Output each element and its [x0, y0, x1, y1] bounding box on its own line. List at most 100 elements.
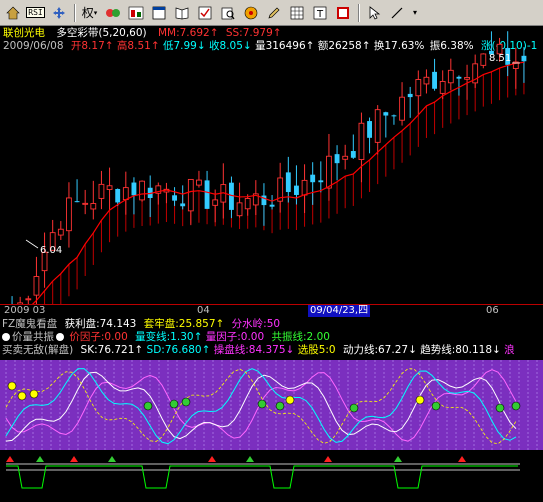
trend-label: 趋势线: [420, 344, 456, 356]
candle-body [334, 154, 340, 164]
power-label: 动力线: [342, 344, 378, 356]
check-icon[interactable] [194, 3, 215, 23]
alarm-icon[interactable] [240, 3, 261, 23]
signal-dot [181, 397, 191, 407]
candle-body [25, 298, 32, 301]
svg-text:T: T [316, 9, 324, 20]
axis-label: 2009 03 [4, 305, 46, 316]
candle-body [204, 180, 210, 209]
candle-body [464, 76, 470, 80]
candle-body [294, 185, 299, 195]
rsi-icon[interactable]: RSI [25, 3, 46, 23]
candle-body [90, 203, 97, 210]
dropdown-icon[interactable]: ▾ [409, 3, 421, 23]
grid-icon[interactable] [286, 3, 307, 23]
indicator-panel[interactable] [0, 356, 543, 502]
candle-body [196, 179, 202, 186]
candle-body [447, 69, 454, 84]
find-icon[interactable] [217, 3, 238, 23]
signal-dot [431, 401, 441, 411]
candle-body [358, 122, 365, 161]
candle-body [521, 55, 527, 62]
move-icon[interactable] [48, 3, 69, 23]
op-label: 操盘线: [213, 344, 249, 356]
candle-body [172, 195, 177, 201]
up-arrow-icon: ↑ [193, 331, 203, 343]
weight-icon[interactable]: 权 ▾ [79, 3, 100, 23]
candle-body [33, 276, 40, 296]
candle-body [244, 198, 251, 210]
line-icon[interactable] [386, 3, 407, 23]
res-value: 2.00 [306, 331, 330, 343]
vol-factor-label: 量因子: [205, 331, 241, 343]
indicator-icon[interactable] [102, 3, 123, 23]
signal-dot [275, 401, 285, 411]
candle-body [66, 197, 72, 232]
zoom-icon[interactable] [332, 3, 353, 23]
signal-dot [169, 399, 179, 409]
candle-body [423, 76, 430, 85]
up-arrow-icon: ↑ [201, 344, 211, 356]
low-price-mark: 6.04 [40, 245, 62, 256]
trend-value: 80.118 [455, 344, 493, 356]
arrow-icon[interactable] [363, 3, 384, 23]
candle-body [122, 187, 129, 201]
separator [74, 3, 76, 22]
sk-value: 76.721 [97, 344, 135, 356]
candle-body [326, 155, 332, 189]
axis-label: 04 [197, 305, 210, 316]
vol-line-value: 1.30 [170, 331, 194, 343]
circle-icon [56, 333, 64, 341]
candle-body [350, 151, 356, 158]
candle-body [285, 172, 291, 193]
sd-value: 76.680 [164, 344, 202, 356]
profit-value: 74.143 [99, 318, 137, 330]
profit-label: 获利盘: [64, 318, 100, 330]
signal-dot [415, 395, 425, 405]
sd-label: SD: [146, 344, 165, 356]
pen-icon[interactable] [263, 3, 284, 23]
candle-body [82, 202, 89, 205]
fz-title: FZ魔鬼看盘 [2, 318, 58, 330]
signal-dot [349, 403, 359, 413]
down-arrow-icon: ↓ [408, 344, 417, 356]
chart-icon[interactable] [125, 3, 146, 23]
power-value: 67.27 [378, 344, 409, 356]
res-label: 共振线: [271, 331, 307, 343]
indicator-band [0, 360, 543, 450]
candle-body [439, 80, 446, 94]
signal-dot [29, 389, 39, 399]
mm-title: 买卖无敌(解盘) [2, 344, 74, 356]
candle-body [310, 174, 316, 183]
high-price-mark: 8.51 [489, 53, 511, 64]
window-icon[interactable] [148, 3, 169, 23]
candle-body [74, 201, 80, 203]
signal-dot [285, 395, 295, 405]
trap-label: 套牢盘: [143, 318, 179, 330]
book-icon[interactable] [171, 3, 192, 23]
home-icon[interactable] [2, 3, 23, 23]
signal-dot [17, 391, 27, 401]
low-mark-line [25, 239, 39, 249]
candle-body [98, 183, 105, 199]
candle-body [407, 93, 413, 98]
signal-dot [7, 381, 17, 391]
candle-body [391, 115, 397, 117]
sk-label: SK: [80, 344, 98, 356]
signal-dot [257, 399, 267, 409]
candle-body [480, 53, 487, 66]
circle-icon [2, 333, 10, 341]
water-value: 50 [266, 318, 281, 330]
candle-body [180, 203, 186, 207]
vp-row: 价量共振 价因子:0.00 量变线:1.30↑ 量因子:0.00 共振线:2.0… [2, 331, 330, 344]
candlestick-chart[interactable]: 8.51 6.04 [0, 26, 543, 306]
ma-line [29, 61, 525, 306]
down-arrow-icon: ↓ [492, 344, 501, 356]
signal-dot [511, 401, 521, 411]
price-factor-label: 价因子: [69, 331, 105, 343]
cursor-date-label: 09/04/23,四 [308, 305, 371, 317]
t-icon[interactable]: T [309, 3, 330, 23]
candle-body [374, 109, 381, 143]
signal-dot [495, 403, 505, 413]
down-arrow-icon: ↓ [285, 344, 295, 356]
